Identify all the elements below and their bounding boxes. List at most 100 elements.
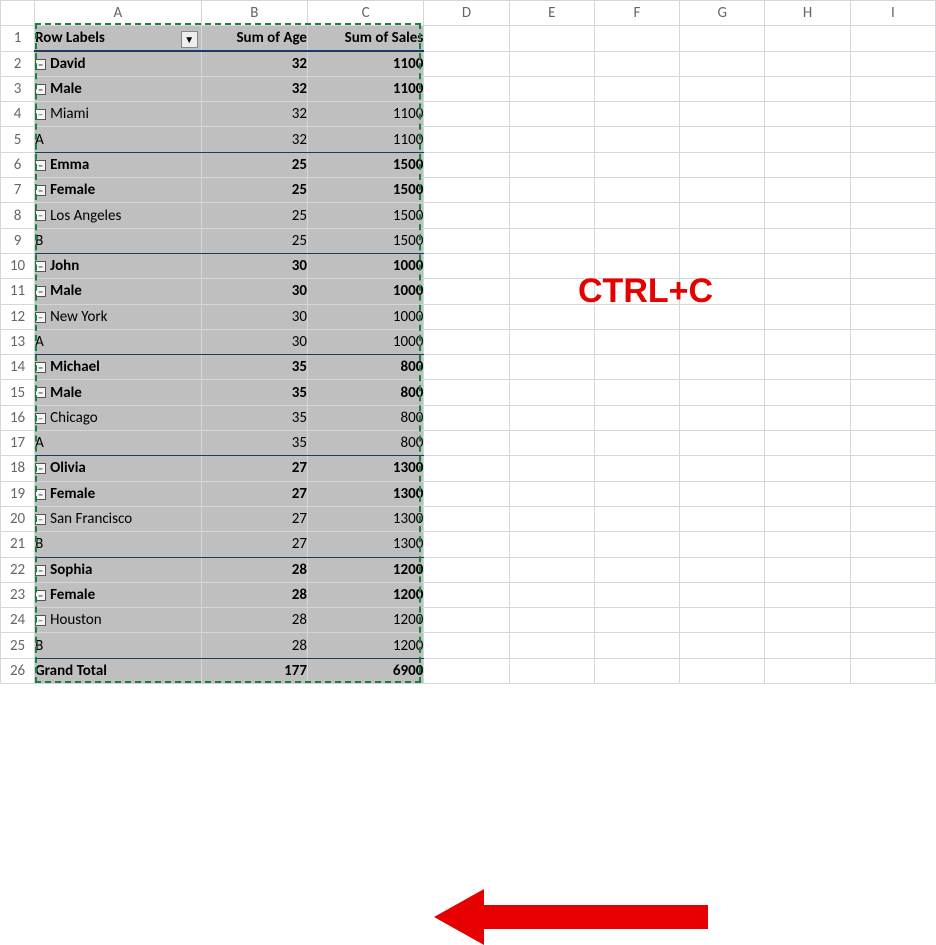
cell-empty[interactable] <box>765 329 850 354</box>
cell-empty[interactable] <box>509 228 594 253</box>
row-header[interactable]: 12 <box>1 304 35 329</box>
select-all-corner[interactable] <box>1 1 35 26</box>
pivot-cell-sales[interactable]: 1100 <box>307 51 423 76</box>
cell-empty[interactable] <box>424 506 509 531</box>
row-header[interactable]: 25 <box>1 633 35 658</box>
collapse-icon[interactable]: − <box>35 185 46 196</box>
pivot-cell-sales[interactable]: 1500 <box>307 152 423 177</box>
pivot-header-rowlabels[interactable]: Row Labels▼ <box>35 26 202 51</box>
cell-empty[interactable] <box>594 532 679 557</box>
cell-empty[interactable] <box>850 532 935 557</box>
row-header[interactable]: 3 <box>1 76 35 101</box>
pivot-cell-sales[interactable]: 1000 <box>307 329 423 354</box>
cell-empty[interactable] <box>765 203 850 228</box>
col-header-C[interactable]: C <box>307 1 423 26</box>
cell-empty[interactable] <box>850 608 935 633</box>
row-header[interactable]: 23 <box>1 582 35 607</box>
cell-empty[interactable] <box>850 76 935 101</box>
cell-empty[interactable] <box>594 127 679 152</box>
collapse-icon[interactable]: − <box>35 590 46 601</box>
row-header[interactable]: 19 <box>1 481 35 506</box>
cell-empty[interactable] <box>680 26 765 51</box>
pivot-cell-age[interactable]: 32 <box>201 76 307 101</box>
cell-empty[interactable] <box>424 102 509 127</box>
row-header[interactable]: 6 <box>1 152 35 177</box>
cell-empty[interactable] <box>594 431 679 456</box>
pivot-cell-sales[interactable]: 800 <box>307 431 423 456</box>
cell-empty[interactable] <box>594 355 679 380</box>
cell-empty[interactable] <box>594 203 679 228</box>
cell-empty[interactable] <box>765 431 850 456</box>
cell-empty[interactable] <box>765 26 850 51</box>
cell-empty[interactable] <box>680 582 765 607</box>
cell-empty[interactable] <box>680 380 765 405</box>
pivot-cell-age[interactable]: 25 <box>201 178 307 203</box>
col-header-I[interactable]: I <box>850 1 935 26</box>
cell-empty[interactable] <box>594 658 679 683</box>
cell-empty[interactable] <box>509 102 594 127</box>
pivot-row-label[interactable]: −Los Angeles <box>35 203 202 228</box>
pivot-cell-age[interactable]: 30 <box>201 279 307 304</box>
row-header[interactable]: 21 <box>1 532 35 557</box>
pivot-row-label[interactable]: B <box>35 532 202 557</box>
cell-empty[interactable] <box>509 127 594 152</box>
cell-empty[interactable] <box>594 228 679 253</box>
pivot-header-age[interactable]: Sum of Age <box>201 26 307 51</box>
cell-empty[interactable] <box>594 380 679 405</box>
pivot-row-label[interactable]: A <box>35 329 202 354</box>
pivot-grand-total-age[interactable]: 177 <box>201 658 307 683</box>
row-header[interactable]: 16 <box>1 405 35 430</box>
cell-empty[interactable] <box>850 506 935 531</box>
cell-empty[interactable] <box>424 26 509 51</box>
cell-empty[interactable] <box>680 481 765 506</box>
cell-empty[interactable] <box>424 431 509 456</box>
cell-empty[interactable] <box>509 456 594 481</box>
cell-empty[interactable] <box>424 253 509 278</box>
collapse-icon[interactable]: − <box>35 261 46 272</box>
cell-empty[interactable] <box>850 355 935 380</box>
cell-empty[interactable] <box>424 582 509 607</box>
cell-empty[interactable] <box>765 178 850 203</box>
cell-empty[interactable] <box>509 481 594 506</box>
pivot-row-label[interactable]: −Michael <box>35 355 202 380</box>
cell-empty[interactable] <box>424 481 509 506</box>
cell-empty[interactable] <box>765 456 850 481</box>
filter-dropdown-icon[interactable]: ▼ <box>181 31 198 48</box>
pivot-cell-age[interactable]: 28 <box>201 633 307 658</box>
row-header[interactable]: 5 <box>1 127 35 152</box>
pivot-row-label[interactable]: −Miami <box>35 102 202 127</box>
cell-empty[interactable] <box>680 557 765 582</box>
pivot-cell-age[interactable]: 32 <box>201 51 307 76</box>
cell-empty[interactable] <box>424 380 509 405</box>
cell-empty[interactable] <box>509 355 594 380</box>
row-header[interactable]: 24 <box>1 608 35 633</box>
collapse-icon[interactable]: − <box>35 615 46 626</box>
col-header-D[interactable]: D <box>424 1 509 26</box>
col-header-A[interactable]: A <box>35 1 202 26</box>
collapse-icon[interactable]: − <box>35 109 46 120</box>
cell-empty[interactable] <box>594 405 679 430</box>
cell-empty[interactable] <box>765 228 850 253</box>
pivot-row-label[interactable]: −Emma <box>35 152 202 177</box>
cell-empty[interactable] <box>424 557 509 582</box>
collapse-icon[interactable]: − <box>35 59 46 70</box>
cell-empty[interactable] <box>509 405 594 430</box>
pivot-row-label[interactable]: −San Francisco <box>35 506 202 531</box>
pivot-cell-sales[interactable]: 1100 <box>307 127 423 152</box>
cell-empty[interactable] <box>850 178 935 203</box>
col-header-B[interactable]: B <box>201 1 307 26</box>
cell-empty[interactable] <box>594 102 679 127</box>
row-header[interactable]: 26 <box>1 658 35 683</box>
cell-empty[interactable] <box>509 557 594 582</box>
cell-empty[interactable] <box>424 279 509 304</box>
row-header[interactable]: 17 <box>1 431 35 456</box>
col-header-H[interactable]: H <box>765 1 850 26</box>
pivot-cell-age[interactable]: 32 <box>201 102 307 127</box>
pivot-cell-age[interactable]: 30 <box>201 253 307 278</box>
cell-empty[interactable] <box>765 481 850 506</box>
cell-empty[interactable] <box>765 405 850 430</box>
pivot-cell-sales[interactable]: 1200 <box>307 608 423 633</box>
cell-empty[interactable] <box>850 658 935 683</box>
cell-empty[interactable] <box>680 633 765 658</box>
collapse-icon[interactable]: − <box>35 362 46 373</box>
